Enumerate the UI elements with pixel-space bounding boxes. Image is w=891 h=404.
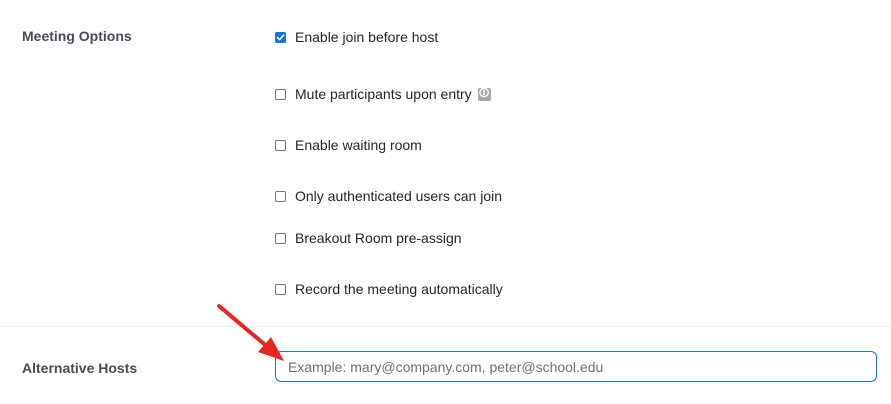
alternative-hosts-input[interactable] (275, 351, 877, 382)
info-icon[interactable]: 🛈 (477, 87, 491, 101)
waiting-room-label: Enable waiting room (295, 137, 422, 153)
option-enable-join-before-host[interactable]: Enable join before host (275, 29, 438, 45)
section-divider (0, 326, 891, 327)
breakout-room-checkbox[interactable] (275, 232, 286, 244)
option-breakout-room-preassign[interactable]: Breakout Room pre-assign (275, 230, 462, 246)
record-automatically-label: Record the meeting automatically (295, 281, 503, 297)
authenticated-users-checkbox[interactable] (275, 190, 286, 202)
checkmark-icon (276, 33, 285, 40)
mute-participants-checkbox[interactable] (275, 88, 286, 100)
option-enable-waiting-room[interactable]: Enable waiting room (275, 137, 422, 153)
option-mute-participants[interactable]: Mute participants upon entry 🛈 (275, 86, 491, 102)
meeting-settings-page: Meeting Options Enable join before host … (0, 0, 891, 404)
waiting-room-checkbox[interactable] (275, 139, 286, 151)
alternative-hosts-label: Alternative Hosts (22, 360, 138, 376)
authenticated-users-label: Only authenticated users can join (295, 188, 503, 204)
join-before-host-label: Enable join before host (295, 29, 439, 45)
breakout-room-label: Breakout Room pre-assign (295, 230, 462, 246)
record-automatically-checkbox[interactable] (275, 283, 286, 295)
option-authenticated-users[interactable]: Only authenticated users can join (275, 188, 502, 204)
mute-participants-label: Mute participants upon entry (295, 86, 472, 102)
join-before-host-checkbox[interactable] (275, 31, 286, 43)
option-record-automatically[interactable]: Record the meeting automatically (275, 281, 503, 297)
meeting-options-label: Meeting Options (22, 28, 132, 44)
